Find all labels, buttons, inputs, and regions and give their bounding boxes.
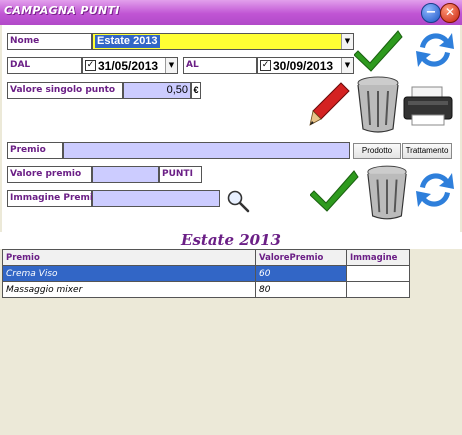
- close-button[interactable]: ✕: [440, 3, 460, 23]
- column-header-immagine[interactable]: Immagine: [346, 249, 410, 266]
- al-dropdown-icon[interactable]: ▼: [341, 58, 353, 73]
- premi-table: Premio ValorePremio Immagine Crema Viso …: [2, 249, 410, 298]
- cell-premio[interactable]: Massaggio mixer: [2, 281, 256, 298]
- nome-dropdown-icon[interactable]: ▼: [341, 34, 353, 49]
- pen-icon[interactable]: [307, 79, 351, 129]
- dal-label: DAL: [7, 57, 82, 74]
- immagine-premio-input[interactable]: [92, 190, 220, 207]
- refresh-premio-icon[interactable]: [414, 167, 456, 213]
- valore-premio-input[interactable]: [92, 166, 159, 183]
- confirm-check-icon[interactable]: [354, 25, 404, 73]
- nome-value: Estate 2013: [95, 35, 160, 48]
- al-checkbox[interactable]: ✓: [260, 60, 271, 71]
- cell-immagine[interactable]: [346, 281, 410, 298]
- al-date-picker[interactable]: ✓ 30/09/2013 ▼: [257, 57, 354, 74]
- cell-premio[interactable]: Crema Viso: [2, 265, 256, 282]
- table-row[interactable]: Massaggio mixer 80: [2, 281, 410, 298]
- nome-combo[interactable]: Estate 2013 ▼: [92, 33, 354, 50]
- table-header-row: Premio ValorePremio Immagine: [2, 249, 410, 266]
- column-header-premio[interactable]: Premio: [2, 249, 256, 266]
- print-icon[interactable]: [402, 85, 454, 129]
- valore-premio-label: Valore premio: [7, 166, 92, 183]
- magnifier-icon[interactable]: [226, 189, 250, 213]
- premio-label: Premio: [7, 142, 63, 159]
- valore-punto-label: Valore singolo punto: [7, 82, 123, 99]
- dal-date-value: 31/05/2013: [98, 59, 159, 73]
- premio-input[interactable]: [63, 142, 350, 159]
- delete-premio-trash-icon[interactable]: [364, 163, 410, 221]
- immagine-premio-label: Immagine Premio: [7, 190, 99, 207]
- refresh-icon[interactable]: [414, 27, 456, 73]
- prodotto-button[interactable]: Prodotto: [353, 143, 401, 159]
- cell-immagine[interactable]: [346, 265, 410, 282]
- al-label: AL: [183, 57, 257, 74]
- dal-checkbox[interactable]: ✓: [85, 60, 96, 71]
- minimize-button[interactable]: −: [421, 3, 441, 23]
- table-title: Estate 2013: [0, 232, 462, 249]
- delete-trash-icon[interactable]: [354, 75, 402, 133]
- title-bar: CAMPAGNA PUNTI − ✕: [0, 0, 462, 25]
- valore-punto-input[interactable]: 0,50: [123, 82, 191, 99]
- table-row[interactable]: Crema Viso 60: [2, 265, 410, 282]
- punti-label: PUNTI: [159, 166, 202, 183]
- nome-label: Nome: [7, 33, 92, 50]
- dal-date-picker[interactable]: ✓ 31/05/2013 ▼: [82, 57, 178, 74]
- form-panel: Nome Estate 2013 ▼ DAL ✓ 31/05/2013 ▼ AL…: [2, 25, 460, 232]
- save-check-icon[interactable]: [310, 165, 360, 213]
- cell-valore[interactable]: 60: [255, 265, 347, 282]
- column-header-valorepremio[interactable]: ValorePremio: [255, 249, 347, 266]
- currency-label: €: [191, 82, 201, 99]
- al-date-value: 30/09/2013: [273, 59, 334, 73]
- window-title: CAMPAGNA PUNTI: [4, 4, 120, 17]
- cell-valore[interactable]: 80: [255, 281, 347, 298]
- dal-dropdown-icon[interactable]: ▼: [165, 58, 177, 73]
- trattamento-button[interactable]: Trattamento: [402, 143, 452, 159]
